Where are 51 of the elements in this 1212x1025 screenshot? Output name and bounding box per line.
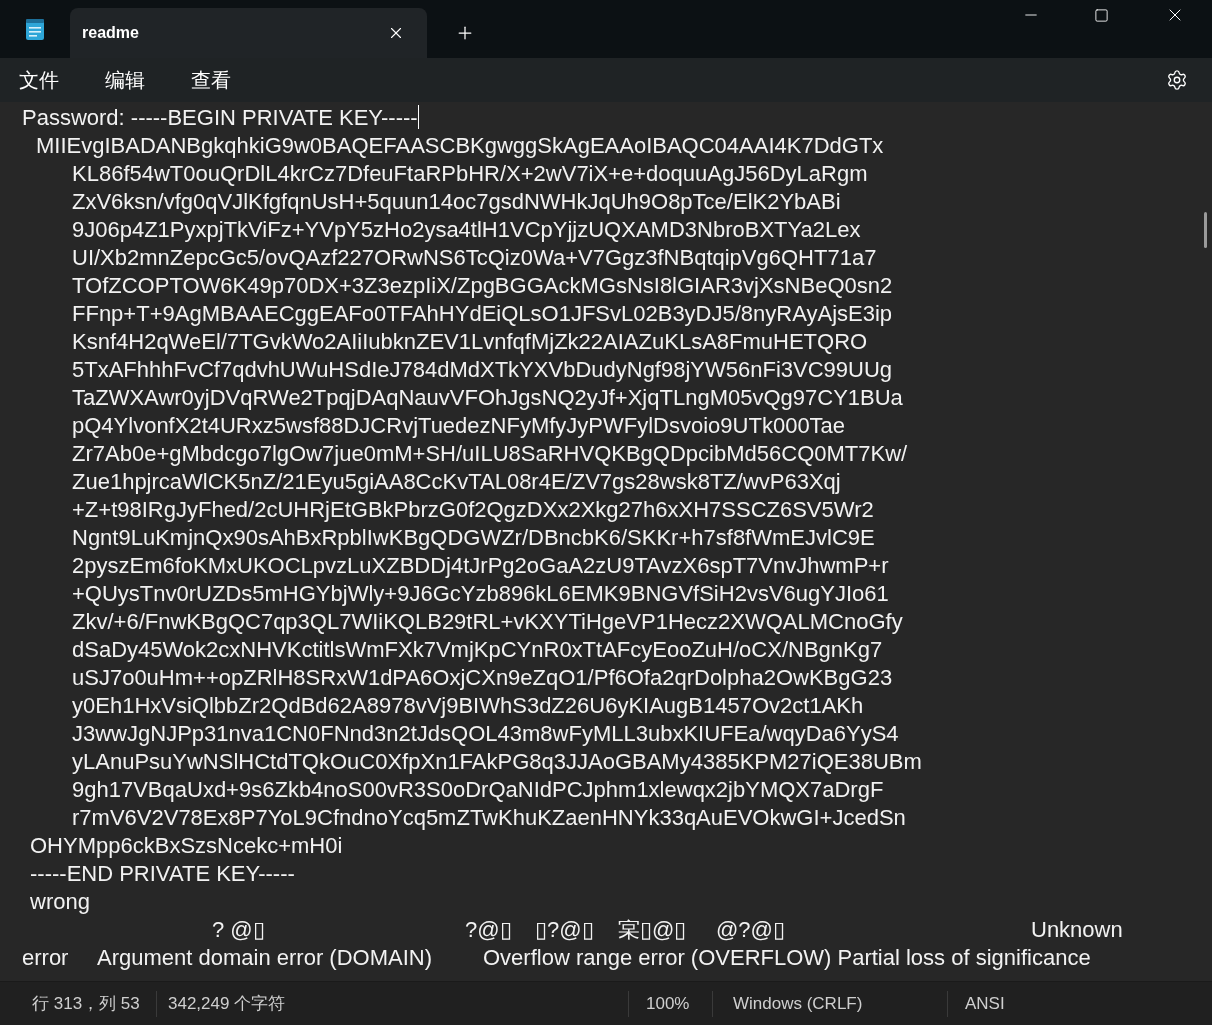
text-line: MIIEvgIBADANBgkqhkiG9w0BAQEFAASCBKgwggSkAgEAAoIBAQC04AAI4K7DdGTx [36,131,884,160]
text-line: 9gh17VBqaUxd+9s6Zkb4noS00vR3S0oDrQaNIdPCJphm1xlewqx2jbYMQX7aDrgF [72,775,884,804]
text-line: uSJ7o0uHm++opZRlH8SRxW1dPA6OxjCXn9eZqO1/Pf6Ofa2qrDolpha2OwKBgG23 [72,663,893,692]
text-line: ZxV6ksn/vfg0qVJlKfgfqnUsH+5quun14oc7gsdNWHkJqUh9O8pTce/ElK2YbABi [72,187,841,216]
text-line: Ngnt9LuKmjnQx90sAhBxRpblIwKBgQDGWZr/DBncbK6/SKKr+h7sf8fWmEJvlC9E [72,523,875,552]
output-text: @?@▯ [716,916,785,942]
text-line: pQ4YlvonfX2t4URxz5wsf88DJCRvjTuedezNFyMfyJyPWFylDsvoio9UTk000Tae [72,411,846,440]
menu-item[interactable]: 编辑 [96,65,154,95]
text-line: OHYMpp6ckBxSzsNcekc+mH0i [30,831,343,860]
text-line: FFnp+T+9AgMBAAECggEAFo0TFAhHYdEiQLsO1JFSvL02B3yDJ5/8nyRAyAjsE3ip [72,299,893,328]
text-line: 9J06p4Z1PyxpjTkViFz+YVpY5zHo2ysa4tlH1VCpYjjzUQXAMD3NbroBXTYa2Lex [72,215,861,244]
output-text: error [22,944,69,970]
menu-item[interactable]: 查看 [182,65,240,95]
text-line: 5TxAFhhhFvCf7qdvhUWuHSdIeJ784dMdXTkYXVbDudyNgf98jYW56nFi3VC99UUg [72,355,893,384]
output-text: ? @▯ [212,916,265,942]
output-text: Overflow range error (OVERFLOW) Partial loss of significance [483,944,1091,970]
cursor-position: 行 313，列 53 [32,992,141,1015]
text-line: J3wwJgNJPp31nva1CN0FNnd3n2tJdsQOL43m8wFyMLL3ubxKIUFEa/wqyDa6YyS4 [72,719,899,748]
document-tab[interactable]: readme [70,8,427,58]
output-text: Argument domain error (DOMAIN) [97,944,432,970]
output-text: Unknown [1031,916,1123,942]
text-line: +QUysTnv0rUZDs5mHGYbjWly+9J6GcYzb896kL6EMK9BNGVfSiH2vsV6ugYJIo61 [72,579,889,608]
zoom-level[interactable]: 100% [646,990,712,1017]
text-line: +Z+t98IRgJyFhed/2cUHRjEtGBkPbrzG0f2QgzDXx2Xkg27h6xXH7SSCZ6SV5Wr2 [72,495,874,524]
text-line: r7mV6V2V78Ex8P7YoL9CfndnoYcq5mZTwKhuKZaenHNYk33qAuEVOkwGI+JcedSn [72,803,906,832]
text-line: 2pyszEm6foKMxUKOCLpvzLuXZBDDj4tJrPg2oGaA2zU9TAvzX6spT7VnvJhwmP+r [72,551,889,580]
text-line: dSaDy45Wok2cxNHVKctitlsWmFXk7VmjKpCYnR0xTtAFcyEooZuH/oCX/NBgnKg7 [72,635,883,664]
output-text: ▯?@▯ [535,916,594,942]
scrollbar-thumb[interactable] [1203,212,1207,248]
text-line: Ksnf4H2qWeEl/7TGvkWo2AIiIubknZEV1LvnfqfMjZk22AIAZuKLsA8FmuHETQRO [72,327,868,356]
notepad-icon [25,17,45,41]
text-line: KL86f54wT0ouQrDlL4krCz7DfeuFtaRPbHR/X+2wV7iX+e+doquuAgJ56DyLaRgm [72,159,868,188]
text-line: TOfZCOPTOW6K49p70DX+3Z3ezpIiX/ZpgBGGAckMGsNsI8lGIAR3vjXsNBeQ0sn2 [72,271,893,300]
output-text: 宲▯@▯ [618,916,687,942]
line-ending[interactable]: Windows (CRLF) [733,990,947,1017]
character-count: 342,249 个字符 [168,992,287,1015]
text-line: TaZWXAwr0yjDVqRWe2TpqjDAqNauvVFOhJgsNQ2yJf+XjqTLngM05vQg97CY1BUa [72,383,903,412]
settings-icon[interactable] [1166,69,1188,91]
maximize-icon[interactable] [1094,7,1109,23]
text-line: Password: -----BEGIN PRIVATE KEY----- [22,103,418,132]
text-line: Zr7Ab0e+gMbdcgo7lgOw7jue0mM+SH/uILU8SaRHVQKBgQDpcibMd56CQ0MT7Kw/ [72,439,908,468]
text-line: wrong [30,887,90,916]
text-line: UI/Xb2mnZepcGc5/ovQAzf227ORwNS6TcQiz0Wa+V7Ggz3fNBqtqipVg6QHT71a7 [72,243,877,272]
text-line: yLAnuPsuYwNSlHCtdTQkOuC0XfpXn1FAkPG8q3JJAoGBAMy4385KPM27iQE38UBm [72,747,922,776]
text-line: y0Eh1HxVsiQlbbZr2QdBd62A8978vVj9BIWhS3dZ26U6yKIAugB1457Ov2ct1AKh [72,691,864,720]
text-line: Zue1hpjrcaWlCK5nZ/21Eyu5giAA8CcKvTAL08r4E/ZV7gs28wsk8TZ/wvP63Xqj [72,467,841,496]
menu-item[interactable]: 文件 [10,65,68,95]
encoding[interactable]: ANSI [965,990,1005,1017]
text-line: Zkv/+6/FnwKBgQC7qp3QL7WIiKQLB29tRL+vKXYTiHgeVP1Hecz2XWQALMCnoGfy [72,607,903,636]
output-text: ?@▯ [465,916,512,942]
text-line: -----END PRIVATE KEY----- [30,859,295,888]
